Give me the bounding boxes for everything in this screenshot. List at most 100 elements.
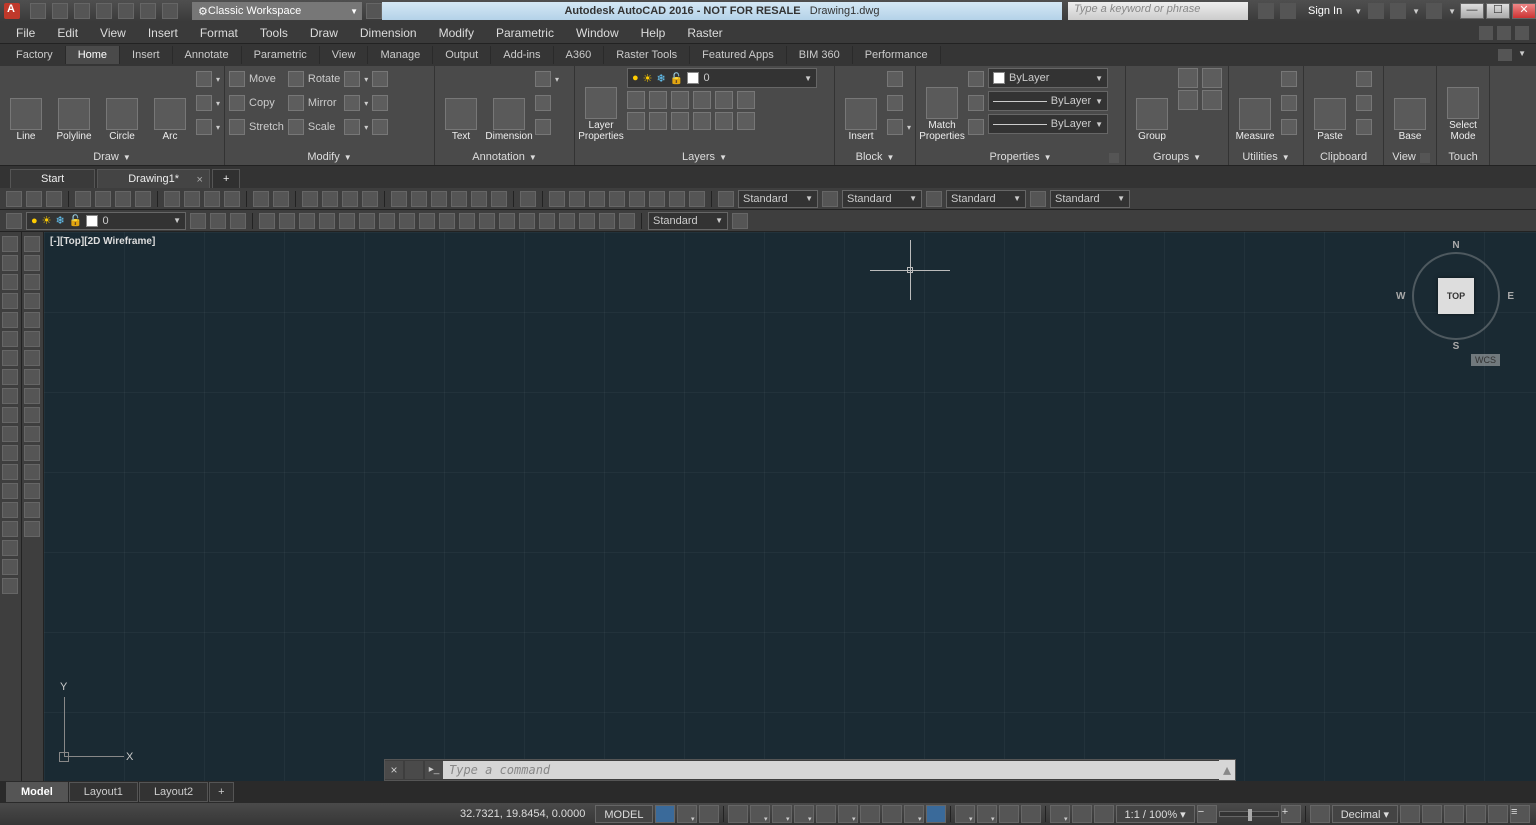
sb-polar-icon[interactable]: [750, 805, 770, 823]
layer-prev-icon[interactable]: [737, 91, 755, 109]
lt-table-icon[interactable]: [2, 559, 18, 575]
tb-undo-icon[interactable]: [253, 191, 269, 207]
menu-format[interactable]: Format: [190, 24, 248, 42]
maximize-button[interactable]: ☐: [1486, 3, 1510, 19]
copy-icon[interactable]: [229, 95, 245, 111]
tb-preview-icon[interactable]: [95, 191, 111, 207]
rectangle-icon[interactable]: [196, 71, 212, 87]
layer-toolbar-selector[interactable]: ●☀❄🔓 0 ▼: [26, 212, 186, 230]
close-icon[interactable]: ×: [197, 174, 203, 186]
sb-iso-icon[interactable]: [772, 805, 792, 823]
minimize-button[interactable]: —: [1460, 3, 1484, 19]
trim-icon[interactable]: [344, 71, 360, 87]
app-menu-icon[interactable]: [4, 3, 20, 19]
layer-off-icon[interactable]: [627, 91, 645, 109]
tb-ssm-icon[interactable]: [451, 191, 467, 207]
lt2-stretch-icon[interactable]: [24, 388, 40, 404]
tb-dimaligned-icon[interactable]: [569, 191, 585, 207]
tb-textstyle-icon[interactable]: [718, 191, 734, 207]
tb-zoomprev-icon[interactable]: [362, 191, 378, 207]
lt2-mirror-icon[interactable]: [24, 274, 40, 290]
sb-annoauto-icon[interactable]: [1094, 805, 1114, 823]
select-mode-button[interactable]: Select Mode: [1441, 68, 1485, 142]
layer-thaw-icon[interactable]: [649, 112, 667, 130]
menu-file[interactable]: File: [6, 24, 45, 42]
sb-ortho-icon[interactable]: [728, 805, 748, 823]
tb2-gradient-icon[interactable]: [559, 213, 575, 229]
tb-zoom-icon[interactable]: [322, 191, 338, 207]
mirror-icon[interactable]: [288, 95, 304, 111]
lt-ellipse-icon[interactable]: [2, 407, 18, 423]
viewcube-north[interactable]: N: [1452, 240, 1459, 251]
cmd-wrench-icon[interactable]: [405, 761, 423, 779]
ribbon-tab-view[interactable]: View: [320, 46, 369, 64]
qat-open-icon[interactable]: [52, 3, 68, 19]
ungroup-icon[interactable]: [1178, 68, 1198, 88]
tb2-ellipsearc-icon[interactable]: [459, 213, 475, 229]
insert-button[interactable]: Insert: [839, 68, 883, 142]
fillet-icon[interactable]: [344, 95, 360, 111]
dimension-button[interactable]: Dimension: [487, 68, 531, 142]
viewcube-south[interactable]: S: [1453, 341, 1460, 352]
tb2-layerprev-icon[interactable]: [210, 213, 226, 229]
paste-button[interactable]: Paste: [1308, 68, 1352, 142]
properties-dialog-launcher[interactable]: [1109, 153, 1119, 163]
tb-3ddwf-icon[interactable]: [135, 191, 151, 207]
paste-special-icon[interactable]: [1356, 119, 1372, 135]
sb-units-selector[interactable]: Decimal ▾: [1332, 805, 1398, 823]
ribbon-tab-output[interactable]: Output: [433, 46, 491, 64]
polyline-button[interactable]: Polyline: [52, 68, 96, 142]
lt-point-icon[interactable]: [2, 483, 18, 499]
menu-raster[interactable]: Raster: [677, 24, 732, 42]
tb2-pline-icon[interactable]: [299, 213, 315, 229]
lt-hatch-icon[interactable]: [2, 502, 18, 518]
cloud-icon[interactable]: [535, 119, 551, 135]
doc-restore-icon[interactable]: [1497, 26, 1511, 40]
ribbon-tab-manage[interactable]: Manage: [368, 46, 433, 64]
ellipse-icon[interactable]: [196, 95, 212, 111]
doc-close-icon[interactable]: [1515, 26, 1529, 40]
tb-props-icon[interactable]: [391, 191, 407, 207]
cut-icon[interactable]: [1356, 71, 1372, 87]
file-tab-new[interactable]: +: [212, 169, 240, 188]
tb-matchprop-icon[interactable]: [224, 191, 240, 207]
edit-block-icon[interactable]: [887, 95, 903, 111]
tb-save-icon[interactable]: [46, 191, 62, 207]
sb-units-icon[interactable]: [1310, 805, 1330, 823]
lt-revcloud-icon[interactable]: [2, 369, 18, 385]
qat-new-icon[interactable]: [30, 3, 46, 19]
lt-insert-icon[interactable]: [2, 445, 18, 461]
tb-markup-icon[interactable]: [471, 191, 487, 207]
create-block-icon[interactable]: [887, 71, 903, 87]
tb-dimstyle-icon[interactable]: [822, 191, 838, 207]
tb-dimarc-icon[interactable]: [609, 191, 625, 207]
panel-view-title[interactable]: View: [1392, 151, 1416, 163]
lt-xline-icon[interactable]: [2, 255, 18, 271]
lt-mtext-icon[interactable]: [2, 578, 18, 594]
tb2-spline-icon[interactable]: [419, 213, 435, 229]
viewcube-west[interactable]: W: [1396, 291, 1405, 302]
layout-tab-model[interactable]: Model: [6, 782, 68, 802]
lt-circle-icon[interactable]: [2, 350, 18, 366]
ribbon-tab-annotate[interactable]: Annotate: [173, 46, 242, 64]
group-edit-icon[interactable]: [1202, 68, 1222, 88]
panel-draw-title[interactable]: Draw: [93, 151, 119, 163]
lt2-scale-icon[interactable]: [24, 369, 40, 385]
offset-icon[interactable]: [372, 119, 388, 135]
lt-line-icon[interactable]: [2, 236, 18, 252]
user-icon[interactable]: [1280, 3, 1296, 19]
file-tab-drawing1[interactable]: Drawing1*×: [97, 169, 210, 188]
sign-in-button[interactable]: Sign In: [1302, 5, 1348, 17]
close-button[interactable]: ✕: [1512, 3, 1536, 19]
tb-help-icon[interactable]: [520, 191, 536, 207]
sb-lwt-icon[interactable]: [882, 805, 902, 823]
menu-edit[interactable]: Edit: [47, 24, 88, 42]
explode-icon[interactable]: [372, 95, 388, 111]
layer-properties-button[interactable]: Layer Properties: [579, 68, 623, 142]
sb-osnap-icon[interactable]: [794, 805, 814, 823]
panel-groups-title[interactable]: Groups: [1153, 151, 1189, 163]
arc-button[interactable]: Arc: [148, 68, 192, 142]
tb2-table-icon[interactable]: [599, 213, 615, 229]
lt-rect-icon[interactable]: [2, 312, 18, 328]
lt-gradient-icon[interactable]: [2, 521, 18, 537]
